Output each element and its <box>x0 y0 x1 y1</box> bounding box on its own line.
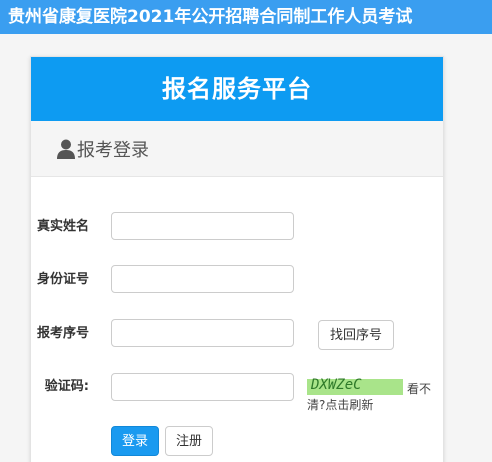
login-subheader: 报考登录 <box>31 121 443 177</box>
id-number-input[interactable] <box>111 265 294 293</box>
login-button[interactable]: 登录 <box>111 426 159 456</box>
captcha-input[interactable] <box>111 373 294 401</box>
login-subheader-label: 报考登录 <box>77 139 149 161</box>
captcha-image-text: DXWZeC <box>311 377 362 393</box>
name-label: 真实姓名 <box>36 219 89 234</box>
register-button[interactable]: 注册 <box>165 426 213 456</box>
id-label: 身份证号 <box>36 272 89 287</box>
find-number-button[interactable]: 找回序号 <box>318 320 394 350</box>
captcha-image[interactable]: DXWZeC <box>307 377 403 395</box>
page-banner-title: 贵州省康复医院2021年公开招聘合同制工作人员考试 <box>0 0 492 34</box>
real-name-input[interactable] <box>111 212 294 240</box>
seq-label: 报考序号 <box>36 326 89 341</box>
application-number-input[interactable] <box>111 319 294 347</box>
login-panel: 报名服务平台 报考登录 真实姓名 身份证号 报考序号 找回序号 验证码: DXW… <box>30 56 444 462</box>
panel-title: 报名服务平台 <box>31 57 443 121</box>
captcha-label: 验证码: <box>44 379 89 394</box>
user-icon <box>57 139 75 159</box>
refresh-link-text-2: 清?点击刷新 <box>307 398 374 412</box>
refresh-link-text-1: 看不 <box>407 382 432 396</box>
